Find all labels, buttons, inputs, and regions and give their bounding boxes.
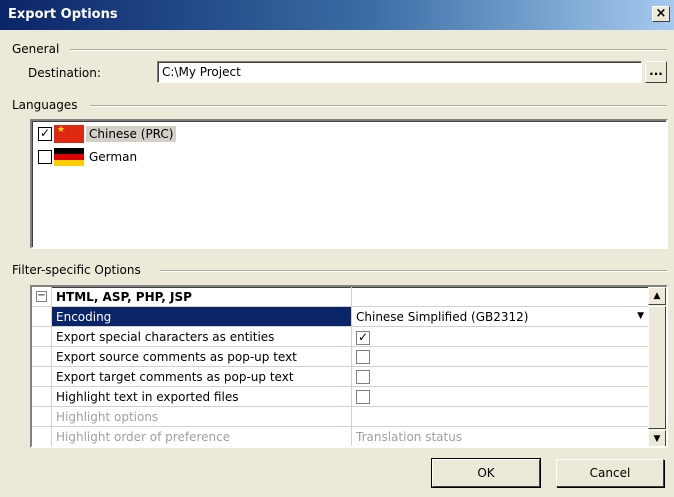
general-group-label: General — [12, 42, 66, 56]
row-label: Encoding — [52, 307, 352, 326]
grid-category-row[interactable]: HTML, ASP, PHP, JSP — [32, 287, 650, 307]
row-label: Highlight text in exported files — [52, 387, 352, 406]
category-label: HTML, ASP, PHP, JSP — [52, 287, 352, 306]
row-label: Export special characters as entities — [52, 327, 352, 346]
languages-divider — [90, 105, 667, 107]
table-row[interactable]: Export source comments as pop-up text — [32, 347, 650, 367]
table-row: Highlight options — [32, 407, 650, 427]
list-item-german[interactable]: German — [38, 147, 140, 167]
list-item-chinese[interactable]: ✓ ★ Chinese (PRC) — [38, 124, 177, 144]
encoding-value: Chinese Simplified (GB2312) — [356, 310, 529, 324]
row-label: Export target comments as pop-up text — [52, 367, 352, 386]
destination-field[interactable]: C:\My Project — [157, 61, 642, 83]
ok-button[interactable]: OK — [431, 458, 541, 488]
destination-label: Destination: — [28, 66, 101, 80]
close-button[interactable]: × — [652, 6, 670, 22]
vertical-scrollbar[interactable]: ▲ ▼ — [648, 287, 666, 446]
table-row[interactable]: Highlight text in exported files — [32, 387, 650, 407]
list-item-label: Chinese (PRC) — [86, 126, 177, 142]
row-value: ✓ — [352, 327, 650, 346]
languages-group-label: Languages — [12, 98, 84, 112]
languages-list[interactable]: ✓ ★ Chinese (PRC) German — [30, 119, 668, 249]
browse-button[interactable]: ... — [645, 61, 667, 83]
scroll-down-icon[interactable]: ▼ — [648, 430, 666, 446]
scrollbar-thumb[interactable] — [648, 306, 666, 429]
row-value — [352, 367, 650, 386]
row-value — [352, 347, 650, 366]
flag-china-icon: ★ — [54, 125, 84, 143]
table-row[interactable]: Export target comments as pop-up text — [32, 367, 650, 387]
encoding-select[interactable]: Chinese Simplified (GB2312) ▼ — [352, 307, 650, 326]
row-label: Highlight options — [52, 407, 352, 426]
cancel-button[interactable]: Cancel — [556, 459, 664, 487]
filter-options-group-label: Filter-specific Options — [12, 263, 147, 277]
table-row: Highlight order of preference Translatio… — [32, 427, 650, 446]
row-value: Translation status — [356, 430, 463, 444]
table-row[interactable]: Export special characters as entities ✓ — [32, 327, 650, 347]
filter-options-divider — [160, 270, 667, 272]
export-options-dialog: Export Options × General Destination: C:… — [0, 0, 674, 497]
highlight-text-checkbox[interactable] — [356, 390, 370, 404]
dialog-title: Export Options — [8, 7, 118, 22]
row-value — [352, 407, 650, 426]
target-comments-checkbox[interactable] — [356, 370, 370, 384]
chevron-down-icon[interactable]: ▼ — [637, 311, 644, 321]
flag-germany-icon — [54, 148, 84, 166]
chinese-checkbox[interactable]: ✓ — [38, 127, 52, 141]
source-comments-checkbox[interactable] — [356, 350, 370, 364]
row-label: Highlight order of preference — [52, 427, 352, 446]
row-value — [352, 387, 650, 406]
category-value — [352, 287, 650, 306]
special-chars-checkbox[interactable]: ✓ — [356, 331, 370, 345]
property-grid[interactable]: − HTML, ASP, PHP, JSP Encoding Chinese S… — [30, 285, 668, 448]
scroll-up-icon[interactable]: ▲ — [648, 287, 666, 305]
row-label: Export source comments as pop-up text — [52, 347, 352, 366]
list-item-label: German — [89, 150, 138, 164]
german-checkbox[interactable] — [38, 150, 52, 164]
general-divider — [70, 49, 667, 51]
title-bar: Export Options × — [0, 0, 674, 30]
table-row[interactable]: Encoding Chinese Simplified (GB2312) ▼ — [32, 307, 650, 327]
